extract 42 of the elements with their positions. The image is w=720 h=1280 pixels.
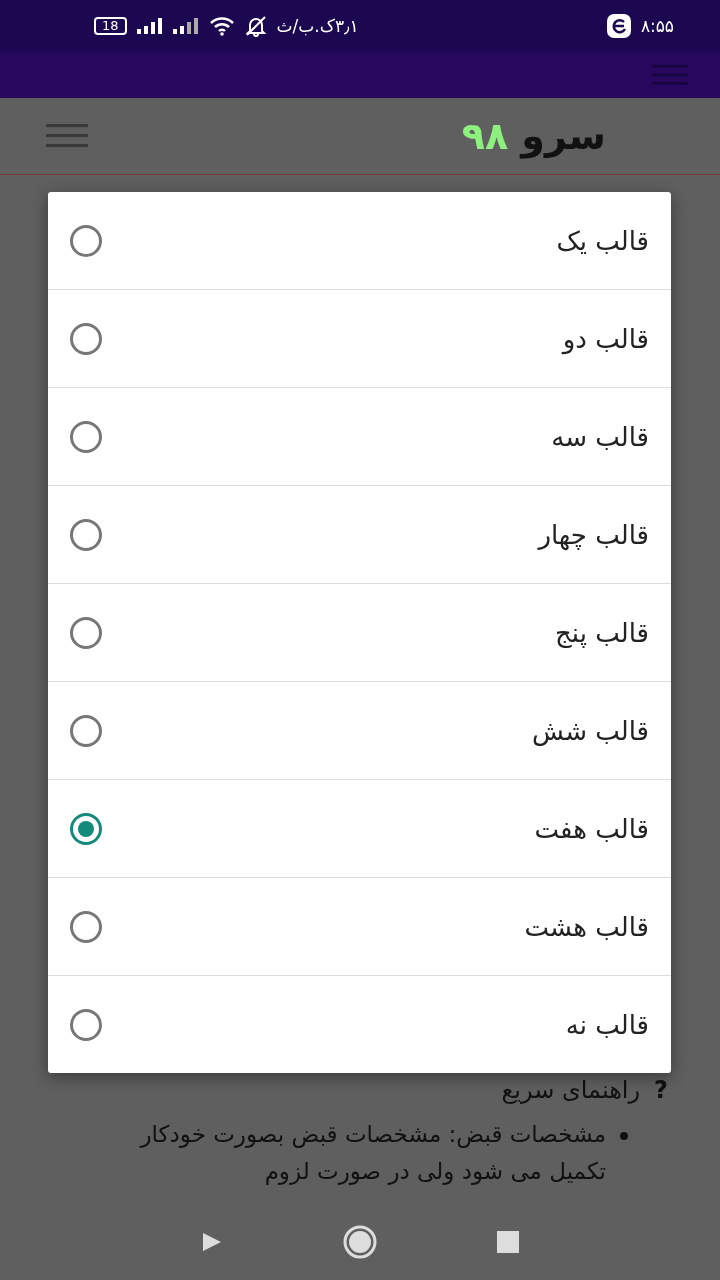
home-icon[interactable]: [343, 1225, 377, 1259]
option-row[interactable]: قالب چهار: [48, 485, 671, 583]
option-row[interactable]: قالب شش: [48, 681, 671, 779]
wifi-icon: [208, 16, 235, 36]
radio-button[interactable]: [70, 420, 102, 453]
option-row[interactable]: قالب پنج: [48, 583, 671, 681]
network-speed: ۳٫۱ک.ب/ث: [276, 16, 359, 36]
back-icon[interactable]: [201, 1231, 223, 1253]
option-label: قالب سه: [551, 421, 649, 452]
battery-icon: 18: [94, 17, 127, 35]
help-title: راهنمای سریع: [501, 1076, 641, 1104]
option-label: قالب هفت: [534, 813, 649, 844]
option-label: قالب نه: [565, 1009, 649, 1040]
option-label: قالب هشت: [524, 911, 649, 942]
option-row[interactable]: قالب هفت: [48, 779, 671, 877]
bullet-icon: [620, 1132, 628, 1140]
radio-button[interactable]: [70, 616, 102, 649]
option-label: قالب پنج: [555, 617, 649, 648]
muted-bell-icon: [244, 15, 267, 37]
option-label: قالب یک: [556, 225, 649, 256]
option-label: قالب دو: [562, 323, 649, 354]
option-label: قالب چهار: [538, 519, 649, 550]
option-label: قالب شش: [532, 715, 649, 746]
app-icon: [606, 14, 631, 38]
option-row[interactable]: قالب نه: [48, 975, 671, 1073]
logo: سرو ۹۸: [461, 114, 607, 158]
help-icon: ?: [654, 1076, 668, 1104]
signal-icon: [172, 18, 199, 34]
option-row[interactable]: قالب هشت: [48, 877, 671, 975]
radio-button[interactable]: [70, 1008, 102, 1041]
option-row[interactable]: قالب یک: [48, 192, 671, 289]
radio-button[interactable]: [70, 714, 102, 747]
radio-button[interactable]: [70, 910, 102, 943]
radio-button[interactable]: [70, 322, 102, 355]
radio-button[interactable]: [70, 224, 102, 257]
radio-button[interactable]: [70, 518, 102, 551]
clock: ۸:۵۵: [640, 16, 674, 36]
help-text: مشخصات قبض: مشخصات قبض بصورت خودکار تکمیل می شود ولی در صورت لزوم: [138, 1120, 606, 1187]
radio-button[interactable]: [70, 812, 102, 845]
signal-icon: [136, 18, 163, 34]
option-row[interactable]: قالب دو: [48, 289, 671, 387]
option-row[interactable]: قالب سه: [48, 387, 671, 485]
